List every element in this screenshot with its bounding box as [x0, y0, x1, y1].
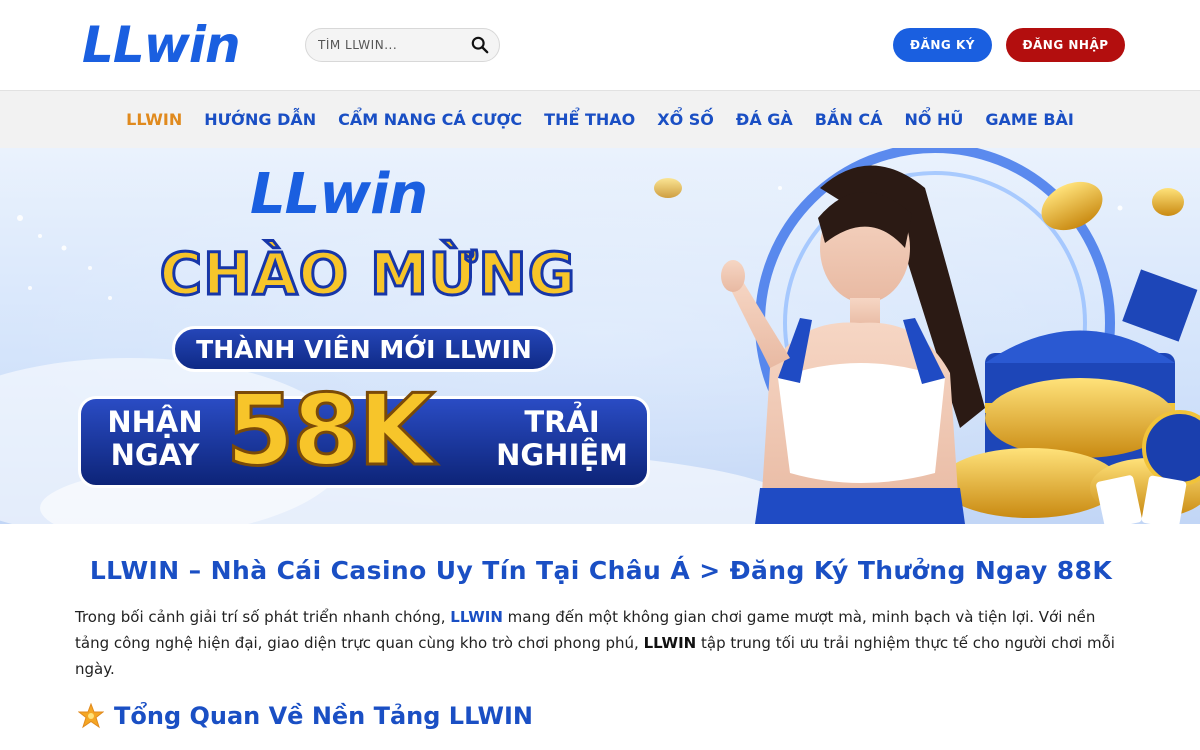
site-header: LLwin ĐĂNG KÝ ĐĂNG NHẬP — [0, 0, 1200, 90]
login-button[interactable]: ĐĂNG NHẬP — [1006, 28, 1125, 62]
brand-link-1[interactable]: LLWIN — [450, 608, 503, 626]
brand-text-2: LLWIN — [643, 634, 697, 652]
nav-item-ban-ca[interactable]: BẮN CÁ — [804, 110, 894, 129]
promo-banner[interactable]: LLwin CHÀO MỪNG THÀNH VIÊN MỚI LLWIN NHẬ… — [0, 148, 1200, 524]
nav-item-da-ga[interactable]: ĐÁ GÀ — [725, 110, 804, 129]
nav-item-llwin[interactable]: LLWIN — [115, 110, 193, 129]
banner-offer-left: NHẬN NGAY — [100, 406, 210, 472]
nav-item-no-hu[interactable]: NỔ HŨ — [893, 110, 974, 129]
article-title: LLWIN – Nhà Cái Casino Uy Tín Tại Châu Á… — [89, 556, 1113, 585]
section-heading: Tổng Quan Về Nền Tảng LLWIN — [78, 702, 533, 730]
nav-item-game-bai[interactable]: GAME BÀI — [974, 110, 1084, 129]
search-icon[interactable] — [471, 36, 489, 54]
banner-amount: 58K — [224, 373, 435, 490]
banner-right-line2: NGHIỆM — [496, 438, 628, 472]
nav-item-xo-so[interactable]: XỔ SỐ — [646, 110, 725, 129]
banner-left-line1: NHẬN — [107, 405, 203, 439]
banner-offer-right: TRẢI NGHIỆM — [482, 406, 642, 472]
intro-paragraph: Trong bối cảnh giải trí số phát triển nh… — [75, 604, 1125, 682]
banner-left-line2: NGAY — [110, 438, 200, 472]
nav-item-the-thao[interactable]: THỂ THAO — [533, 110, 646, 129]
banner-logo: LLwin — [250, 162, 428, 227]
nav-list: LLWIN HƯỚNG DẪN CẨM NANG CÁ CƯỢC THỂ THA… — [0, 91, 1200, 147]
article-content: LLWIN – Nhà Cái Casino Uy Tín Tại Châu Á… — [0, 524, 1200, 750]
register-button[interactable]: ĐĂNG KÝ — [893, 28, 992, 62]
main-nav: LLWIN HƯỚNG DẪN CẨM NANG CÁ CƯỢC THỂ THA… — [0, 90, 1200, 148]
nav-item-cam-nang[interactable]: CẨM NANG CÁ CƯỢC — [327, 110, 533, 129]
banner-subtitle: THÀNH VIÊN MỚI LLWIN — [172, 326, 556, 372]
banner-right-line1: TRẢI — [524, 405, 600, 439]
site-logo[interactable]: LLwin — [82, 14, 241, 76]
search-box — [305, 28, 500, 62]
search-input[interactable] — [306, 29, 466, 61]
banner-welcome-text: CHÀO MỪNG — [158, 239, 577, 310]
nav-item-huong-dan[interactable]: HƯỚNG DẪN — [193, 110, 327, 129]
section-heading-text: Tổng Quan Về Nền Tảng LLWIN — [114, 702, 534, 730]
star-icon — [78, 703, 104, 729]
para-text-1: Trong bối cảnh giải trí số phát triển nh… — [75, 608, 451, 626]
